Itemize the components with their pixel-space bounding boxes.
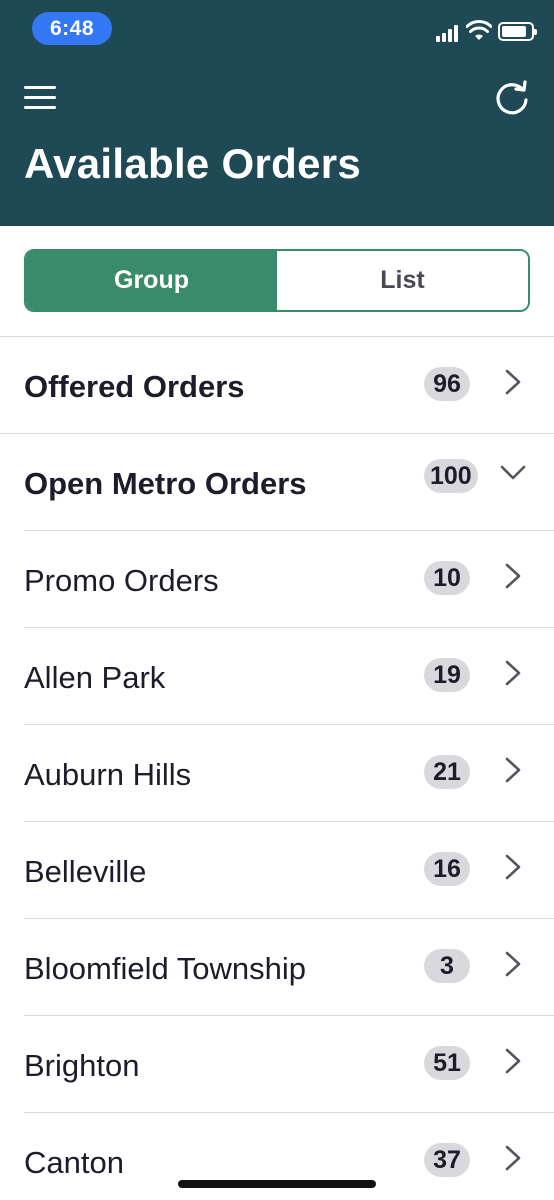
- hamburger-menu-icon[interactable]: [24, 84, 58, 112]
- count-badge: 3: [424, 949, 470, 983]
- list-item-label: Canton: [24, 1145, 124, 1180]
- list-item-label: Offered Orders: [24, 369, 245, 404]
- list-item-belleville[interactable]: Belleville 16: [0, 822, 554, 919]
- segment-group[interactable]: Group: [26, 251, 277, 310]
- count-badge: 19: [424, 658, 470, 692]
- orders-list: Offered Orders 96 Open Metro Orders 100 …: [0, 336, 554, 1200]
- home-indicator[interactable]: [178, 1180, 376, 1188]
- chevron-right-icon: [505, 951, 521, 977]
- list-item-brighton[interactable]: Brighton 51: [0, 1016, 554, 1113]
- list-item-label: Brighton: [24, 1048, 140, 1083]
- count-badge: 51: [424, 1046, 470, 1080]
- list-item-bloomfield-township[interactable]: Bloomfield Township 3: [0, 919, 554, 1016]
- chevron-right-icon: [505, 660, 521, 686]
- cellular-signal-icon: [436, 24, 462, 42]
- count-badge: 21: [424, 755, 470, 789]
- list-item-label: Allen Park: [24, 660, 166, 695]
- chevron-right-icon: [505, 757, 521, 783]
- view-mode-segmented-control: Group List: [24, 249, 530, 312]
- chevron-right-icon: [505, 854, 521, 880]
- refresh-icon[interactable]: [492, 78, 532, 118]
- list-item-label: Belleville: [24, 854, 147, 889]
- chevron-right-icon: [505, 1145, 521, 1171]
- app-header: 6:48 Available Orders: [0, 0, 554, 226]
- chevron-right-icon: [505, 1048, 521, 1074]
- count-badge: 96: [424, 367, 470, 401]
- status-bar: 6:48: [0, 0, 554, 56]
- status-time: 6:48: [32, 12, 112, 45]
- wifi-icon: [466, 20, 492, 40]
- list-item-offered-orders[interactable]: Offered Orders 96: [0, 337, 554, 434]
- list-item-label: Auburn Hills: [24, 757, 192, 792]
- count-badge: 16: [424, 852, 470, 886]
- count-badge: 37: [424, 1143, 470, 1177]
- chevron-right-icon: [505, 369, 521, 395]
- list-item-label: Open Metro Orders: [24, 466, 307, 501]
- list-item-promo-orders[interactable]: Promo Orders 10: [0, 531, 554, 628]
- list-item-label: Promo Orders: [24, 563, 219, 598]
- battery-icon: [498, 22, 537, 41]
- count-badge: 100: [424, 459, 478, 493]
- list-item-open-metro-orders[interactable]: Open Metro Orders 100: [0, 434, 554, 531]
- count-badge: 10: [424, 561, 470, 595]
- segment-list[interactable]: List: [277, 251, 528, 310]
- chevron-right-icon: [505, 563, 521, 589]
- list-item-label: Bloomfield Township: [24, 951, 307, 986]
- page-title: Available Orders: [24, 140, 362, 187]
- chevron-down-icon: [500, 465, 526, 480]
- list-item-allen-park[interactable]: Allen Park 19: [0, 628, 554, 725]
- list-item-auburn-hills[interactable]: Auburn Hills 21: [0, 725, 554, 822]
